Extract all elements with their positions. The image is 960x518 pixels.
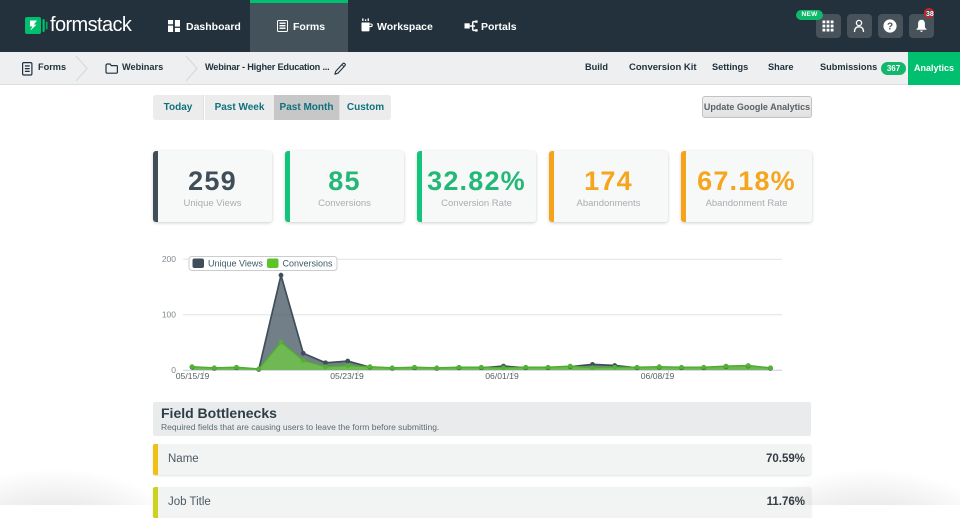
svg-text:06/01/19: 06/01/19 [485, 371, 519, 381]
svg-text:06/08/19: 06/08/19 [641, 371, 675, 381]
svg-text:05/23/19: 05/23/19 [330, 371, 364, 381]
svg-text:05/15/19: 05/15/19 [176, 371, 210, 381]
svg-text:Conversions: Conversions [283, 259, 334, 269]
svg-text:100: 100 [162, 310, 176, 320]
svg-text:?: ? [887, 22, 893, 33]
svg-text:Unique Views: Unique Views [208, 259, 263, 269]
svg-text:200: 200 [162, 254, 176, 264]
